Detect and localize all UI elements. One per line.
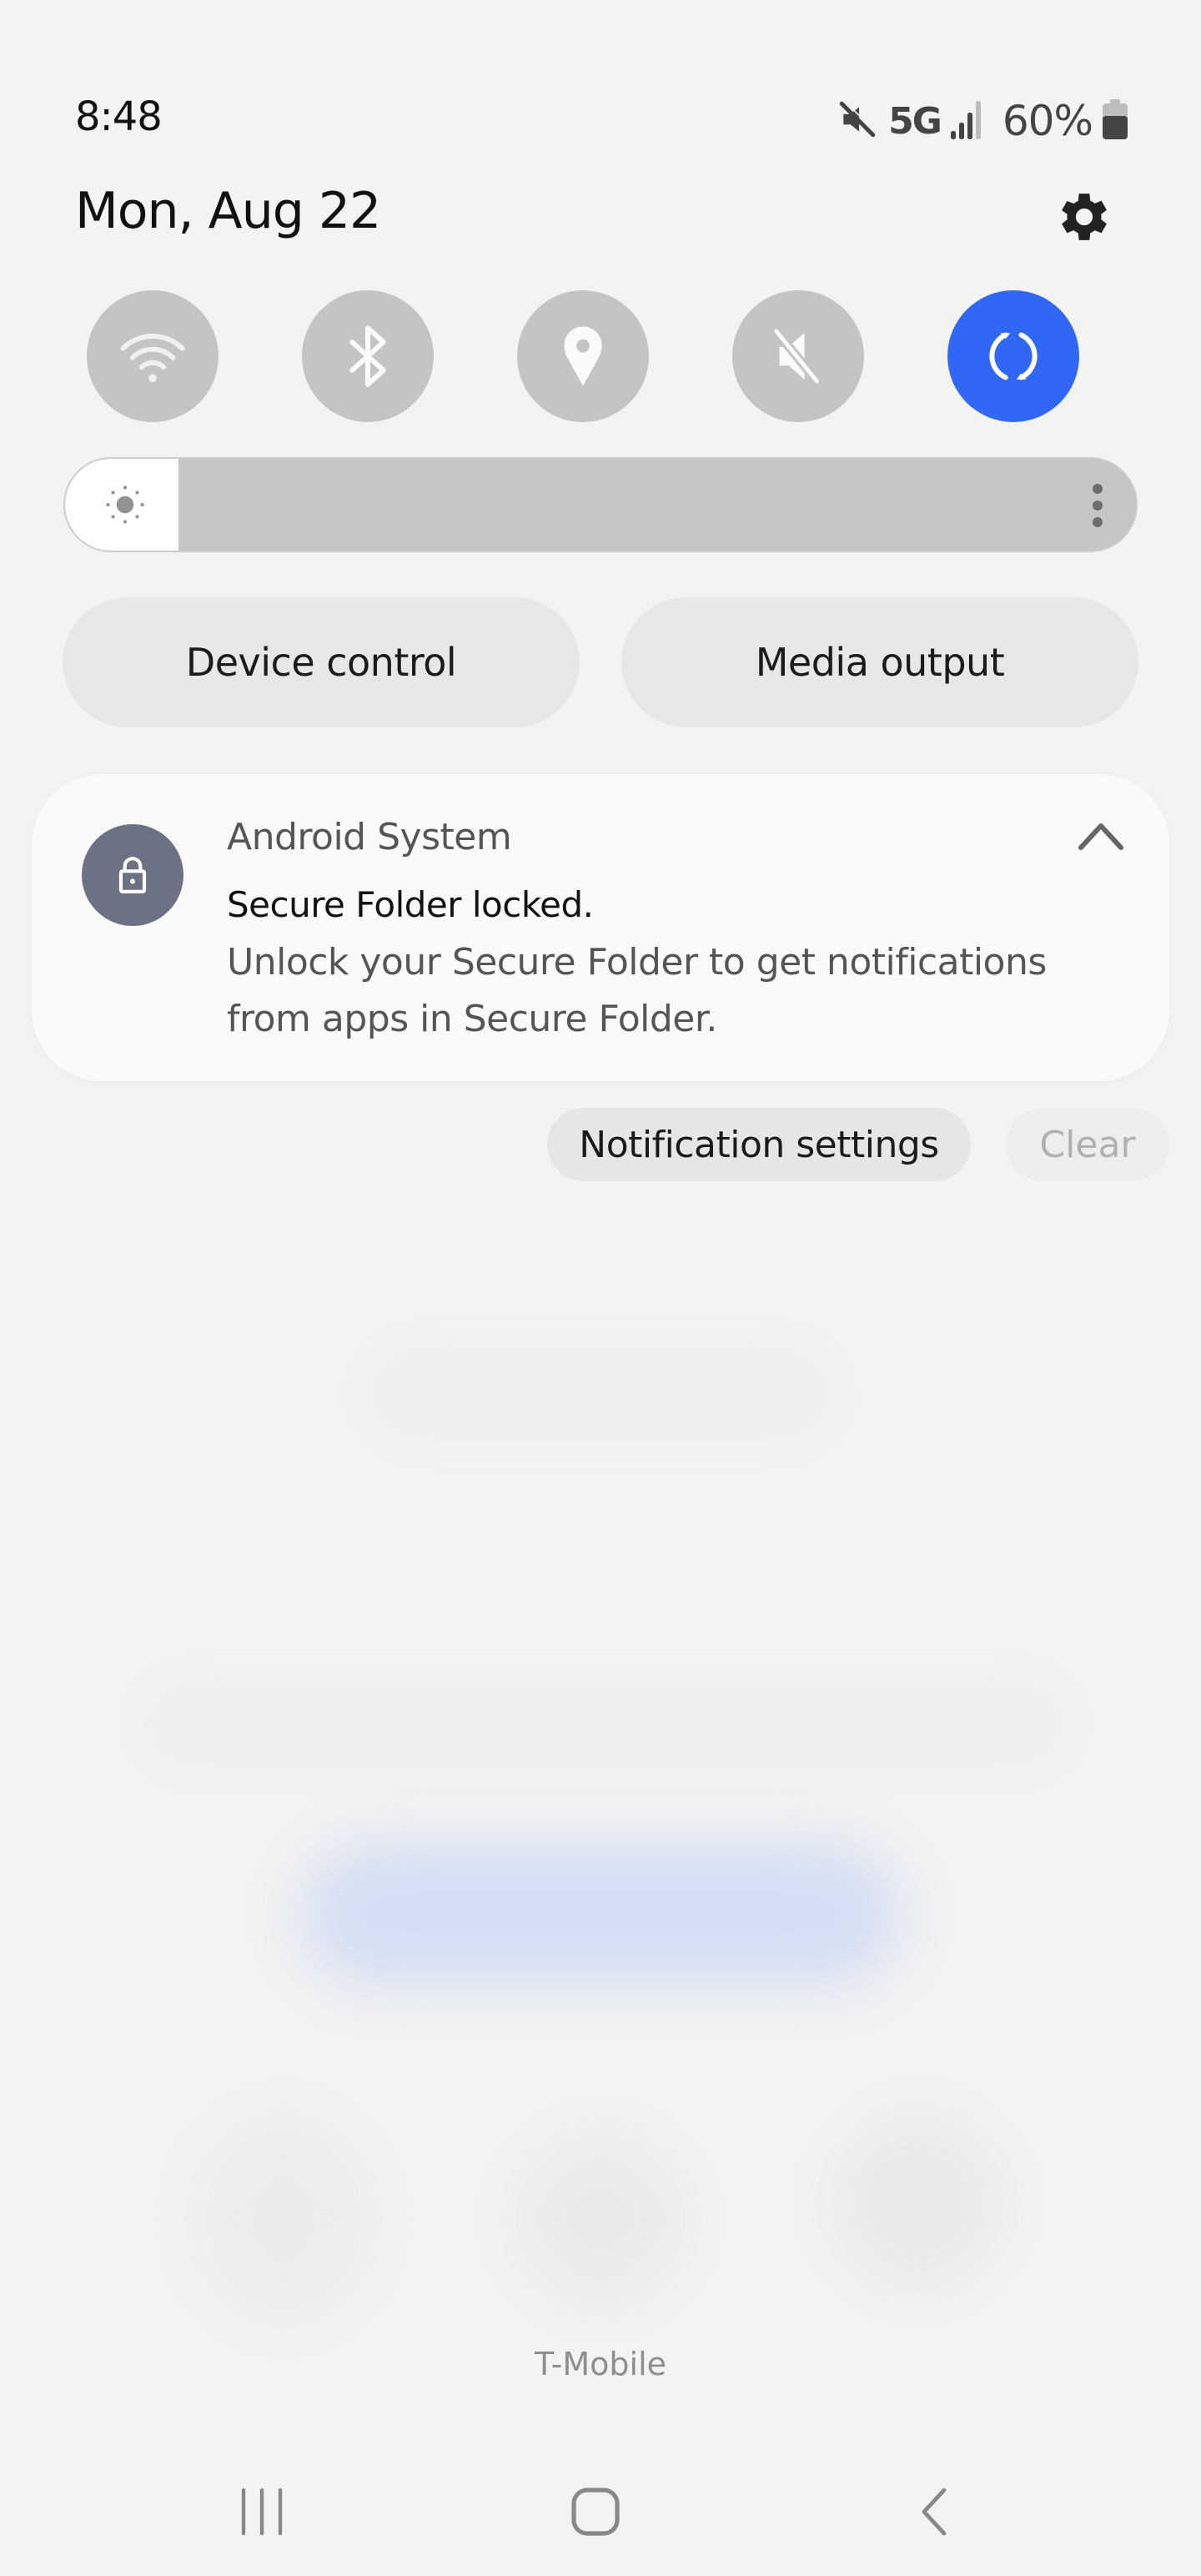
toggle-location[interactable] [517, 290, 649, 422]
notification-card[interactable]: Android System Secure Folder locked. Unl… [32, 774, 1169, 1081]
toggle-sound[interactable] [732, 290, 864, 422]
blurred-background [200, 2119, 367, 2319]
home-icon [571, 2488, 620, 2536]
home-button[interactable] [545, 2474, 646, 2549]
sun-icon [106, 486, 144, 524]
notification-body: Unlock your Secure Folder to get notific… [227, 941, 1047, 1040]
clear-button[interactable]: Clear [1006, 1108, 1169, 1181]
back-icon [922, 2488, 947, 2536]
chevron-up-icon[interactable] [1076, 818, 1126, 854]
mute-icon [772, 328, 821, 385]
gear-icon [1062, 194, 1107, 240]
app-icon [82, 824, 183, 926]
network-type: 5G [888, 99, 942, 143]
more-vertical-icon[interactable] [1089, 482, 1106, 529]
notification-app-name: Android System [227, 816, 512, 858]
recents-icon [241, 2488, 283, 2536]
toggle-wifi[interactable] [87, 290, 219, 422]
location-icon [564, 326, 602, 386]
settings-button[interactable] [1053, 185, 1116, 249]
toggle-bluetooth[interactable] [302, 290, 434, 422]
battery-percent: 60% [1002, 97, 1093, 145]
carrier-label: T-Mobile [534, 2346, 667, 2382]
blurred-background [367, 1343, 834, 1443]
status-time: 8:48 [75, 93, 163, 140]
notification-title: Secure Folder locked. [227, 884, 594, 925]
mute-icon [837, 98, 878, 143]
signal-icon [950, 99, 984, 143]
wifi-icon [120, 333, 185, 383]
brightness-slider[interactable] [63, 457, 1138, 552]
blurred-background [300, 1844, 901, 1985]
blurred-background [834, 2119, 1001, 2286]
navigation-bar [0, 2444, 1201, 2576]
battery-icon [1103, 99, 1128, 143]
quick-toggles [87, 290, 1079, 422]
blurred-background [517, 2136, 684, 2302]
date-label: Mon, Aug 22 [75, 182, 381, 240]
device-control-button[interactable]: Device control [63, 597, 580, 727]
toggle-auto-rotate[interactable] [947, 290, 1079, 422]
recents-button[interactable] [212, 2474, 312, 2549]
notification-settings-button[interactable]: Notification settings [547, 1108, 971, 1181]
blurred-background [142, 1677, 1068, 1768]
lock-icon [118, 857, 147, 893]
back-button[interactable] [884, 2474, 984, 2549]
bluetooth-icon [349, 325, 386, 387]
media-output-button[interactable]: Media output [621, 597, 1138, 727]
rotate-icon [989, 332, 1038, 380]
status-icons: 5G 60% [837, 92, 1128, 150]
